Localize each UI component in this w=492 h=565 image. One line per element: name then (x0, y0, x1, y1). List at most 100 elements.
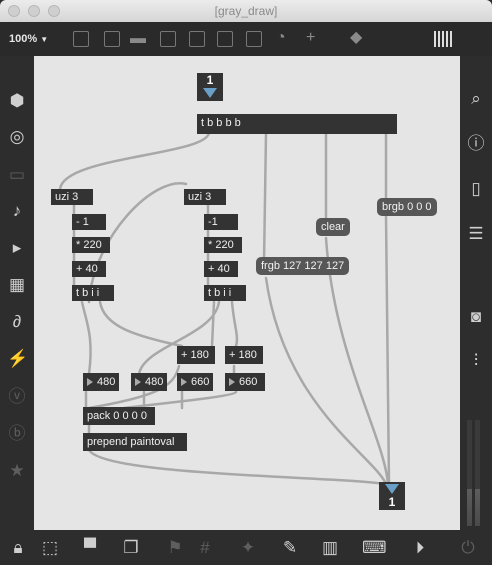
patch-cord (98, 300, 184, 348)
add180-b[interactable]: + 180 (225, 346, 263, 364)
message-brgb[interactable]: brgb 0 0 0 (377, 198, 437, 216)
select-icon[interactable]: ⬚ (40, 539, 60, 557)
add-right[interactable]: + 40 (204, 261, 238, 277)
star-icon[interactable]: ★ (7, 462, 27, 480)
trigger-main-text: t b b b b (201, 117, 241, 129)
paint-bucket-icon[interactable]: ◆ (350, 30, 362, 46)
piano-icon[interactable]: ▥ (320, 539, 340, 557)
number-box-660-b[interactable]: 660 (225, 373, 265, 391)
number-box-480-a[interactable]: 480 (83, 373, 119, 391)
outlet-arrow-icon (385, 484, 399, 494)
number-box-660-a[interactable]: 660 (177, 373, 213, 391)
comment-object-icon[interactable] (104, 31, 120, 47)
dial-icon[interactable]: ◔ (276, 30, 286, 46)
mixer-icon[interactable]: ⫶ (466, 352, 486, 370)
message-brgb-text: brgb 0 0 0 (382, 201, 432, 213)
number-box-480-b-value: 480 (145, 376, 164, 388)
patch-cord (264, 276, 388, 486)
play-icon[interactable]: ⏵ (410, 539, 430, 557)
multiply-left[interactable]: * 220 (72, 237, 110, 253)
flag-icon[interactable]: ⚑ (165, 539, 185, 557)
trigger-bii-right[interactable]: t b i i (204, 285, 246, 301)
book-icon[interactable]: ▯ (466, 180, 486, 198)
toggle-object-icon[interactable] (160, 31, 176, 47)
top-toolbar: 100% ▼ ▬ ◔ + ◆ (0, 22, 492, 56)
speech-bubble-icon[interactable]: ▬ (130, 31, 146, 47)
right-sidebar: ⌕ ⓘ ▯ ☰ ◙ ⫶ (460, 56, 492, 530)
number-box-660-b-value: 660 (239, 376, 258, 388)
number-box-480-b[interactable]: 480 (131, 373, 167, 391)
target-icon[interactable]: ◎ (7, 128, 27, 146)
uzi-left-text: uzi 3 (55, 191, 79, 203)
uzi-left[interactable]: uzi 3 (51, 189, 93, 205)
add180-a[interactable]: + 180 (177, 346, 215, 364)
wand-icon[interactable]: ✦ (238, 539, 258, 557)
bottom-toolbar: 🔒︎ ⬚ ▀ ❐ ⚑ # ✦ ✎ ▥ ⌨ ⏵ ⏻ (0, 530, 492, 565)
minus-right-text: -1 (208, 216, 218, 228)
presentation-icon[interactable]: ▀ (80, 539, 100, 557)
plug-icon[interactable]: ⚡ (7, 350, 28, 368)
v-icon[interactable]: ⓥ (7, 388, 27, 406)
prepend-object[interactable]: prepend paintoval (83, 433, 187, 451)
patcher-window: [gray_draw] 100% ▼ ▬ ◔ + ◆ ⬢ ◎ ▭ ♪ ▸ ▦ ∂… (0, 0, 492, 565)
keyboard-icon[interactable]: ▭ (7, 166, 27, 184)
list-icon[interactable]: ☰ (466, 225, 486, 243)
button-object-icon[interactable] (189, 31, 205, 47)
uzi-right[interactable]: uzi 3 (184, 189, 226, 205)
keyboard-icon[interactable]: ⌨ (362, 539, 387, 557)
minus-right[interactable]: -1 (204, 214, 238, 230)
message-frgb[interactable]: frgb 127 127 127 (256, 257, 350, 275)
prepend-object-text: prepend paintoval (87, 436, 175, 448)
camera-icon[interactable]: ◙ (466, 308, 486, 326)
slider-object-icon[interactable] (246, 31, 262, 47)
window-title: [gray_draw] (214, 4, 278, 18)
info-icon[interactable]: ⓘ (466, 135, 486, 153)
patch-cord (122, 390, 238, 410)
patch-inlet[interactable]: 1 (197, 73, 223, 101)
grid-menu-icon[interactable] (434, 31, 452, 47)
add-left[interactable]: + 40 (72, 261, 106, 277)
trigger-bii-left-text: t b i i (76, 287, 100, 299)
pack-object-text: pack 0 0 0 0 (87, 410, 147, 422)
minus-left[interactable]: - 1 (72, 214, 106, 230)
cube-icon[interactable]: ⬢ (7, 92, 27, 110)
trigger-main[interactable]: t b b b b (197, 114, 397, 134)
pack-object[interactable]: pack 0 0 0 0 (83, 407, 155, 425)
message-clear[interactable]: clear (316, 218, 350, 236)
add180-a-text: + 180 (181, 349, 209, 361)
windows-icon[interactable]: ❐ (121, 539, 141, 557)
presentation-mode-icon[interactable] (73, 31, 89, 47)
grid-icon[interactable]: # (195, 539, 215, 557)
trigger-bii-left[interactable]: t b i i (72, 285, 114, 301)
add-left-text: + 40 (76, 263, 98, 275)
paperclip-icon[interactable]: ∂ (7, 313, 27, 331)
play-list-icon[interactable]: ▸ (7, 239, 27, 257)
number-box-660-a-value: 660 (191, 376, 210, 388)
b-icon[interactable]: ⓑ (7, 425, 27, 443)
wrench-icon[interactable]: ✎ (280, 539, 300, 557)
patch-cord (210, 300, 216, 348)
multiply-right[interactable]: * 220 (204, 237, 242, 253)
message-frgb-text: frgb 127 127 127 (261, 260, 345, 272)
number-box-icon[interactable] (217, 31, 233, 47)
music-note-icon[interactable]: ♪ (7, 202, 27, 220)
multiply-right-text: * 220 (208, 239, 234, 251)
plus-icon[interactable]: + (306, 30, 315, 46)
image-icon[interactable]: ▦ (7, 276, 27, 294)
zoom-menu[interactable]: 100% ▼ (9, 33, 48, 45)
patch-cord (262, 131, 268, 265)
patch-cord (230, 300, 239, 348)
patch-outlet[interactable]: 1 (379, 482, 405, 510)
power-icon[interactable]: ⏻ (458, 539, 478, 557)
lock-icon[interactable]: 🔒︎ (8, 539, 28, 557)
outlet-number: 1 (388, 495, 396, 509)
minus-left-text: - 1 (76, 216, 89, 228)
inlet-arrow-icon (203, 88, 217, 98)
search-icon[interactable]: ⌕ (466, 90, 486, 108)
number-box-480-a-value: 480 (97, 376, 116, 388)
patch-cord (58, 131, 211, 191)
add180-b-text: + 180 (229, 349, 257, 361)
patch-cord (80, 300, 92, 376)
patch-canvas[interactable]: 1 t b b b b uzi 3 - 1 * 220 + 40 t b i i… (34, 56, 460, 530)
inlet-number: 1 (206, 73, 214, 87)
